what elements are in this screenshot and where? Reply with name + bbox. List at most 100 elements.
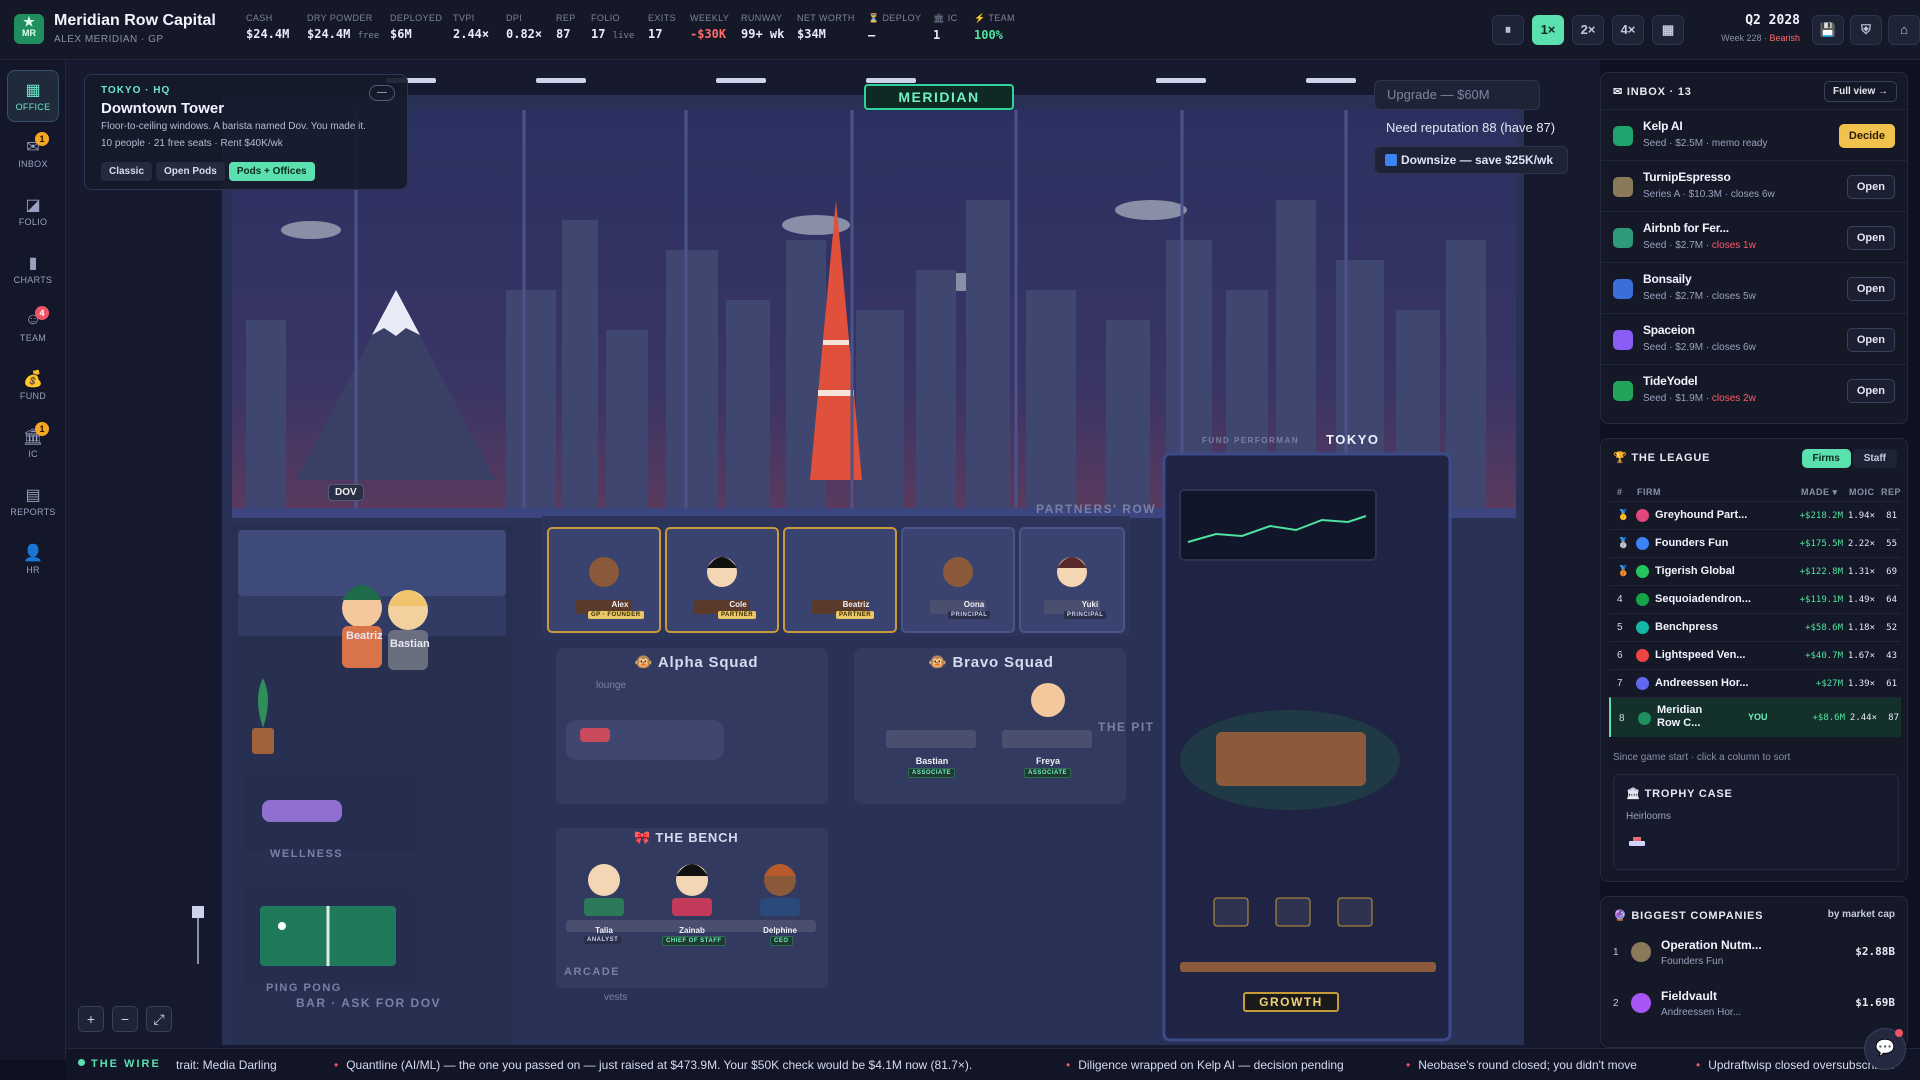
reports-icon: ▤ — [25, 487, 41, 504]
left-nav: ▦ OFFICE ✉ INBOX 1 ◪ FOLIO ▮ CHARTS ☺ TEAM 4 💰 F… — [0, 60, 66, 1060]
week-market: Week 228 · Bearish — [1721, 33, 1800, 43]
ticker-item[interactable]: • Diligence wrapped on Kelp AI — decision… — [1066, 1058, 1344, 1072]
tab-firms[interactable]: Firms — [1801, 449, 1851, 468]
desk-name-yuki[interactable]: Yuki — [1066, 600, 1114, 609]
zoom-in-button[interactable]: + — [78, 1006, 104, 1032]
desk-name-alex[interactable]: Alex — [596, 600, 644, 609]
table-row-you[interactable]: 8 Meridian Row C... YOU +$8.6M 2.44× 87 — [1609, 697, 1901, 737]
company-logo-icon — [1631, 942, 1651, 962]
bar-person-beatriz[interactable]: Beatriz — [346, 630, 383, 642]
nav-hr[interactable]: 👤 HR — [7, 534, 59, 586]
desk-name-zainab[interactable]: Zainab — [670, 926, 714, 935]
firm-logo-icon — [1636, 677, 1649, 690]
speed-2x-button[interactable]: 2× — [1572, 15, 1604, 45]
desk-name-talia[interactable]: Talia — [582, 926, 626, 935]
desk-name-freya[interactable]: Freya — [1018, 756, 1078, 766]
home-button[interactable]: ⌂ — [1888, 15, 1920, 45]
fit-view-button[interactable]: ⤢ — [146, 1006, 172, 1032]
market-cap-sort[interactable]: by market cap — [1828, 909, 1895, 920]
desk-name-cole[interactable]: Cole — [714, 600, 762, 609]
inbox-item[interactable]: Airbnb for Fer... Seed · $2.7M · closes … — [1601, 211, 1907, 262]
tab-staff[interactable]: Staff — [1852, 449, 1897, 468]
speed-4x-button[interactable]: 4× — [1612, 15, 1644, 45]
nav-charts[interactable]: ▮ CHARTS — [7, 244, 59, 296]
table-row[interactable]: 🥈 Founders Fun +$175.5M 2.22× 55 — [1609, 529, 1901, 556]
inbox-item[interactable]: Kelp AI Seed · $2.5M · memo ready Decide — [1601, 109, 1907, 160]
league-footnote: Since game start · click a column to sor… — [1613, 752, 1791, 763]
open-button[interactable]: Open — [1846, 175, 1895, 199]
firm-logo-icon — [1636, 593, 1649, 606]
save-button[interactable]: 💾 — [1812, 15, 1844, 45]
calculator-button[interactable]: ▦ — [1652, 15, 1684, 45]
inbox-item[interactable]: TideYodel Seed · $1.9M · closes 2w Open — [1601, 364, 1907, 415]
upgrade-office-button[interactable]: Upgrade — $60M — [1374, 80, 1540, 110]
nav-fund[interactable]: 💰 FUND — [7, 360, 59, 412]
pause-button[interactable]: ⏸ — [1492, 15, 1524, 45]
inbox-item[interactable]: TurnipEspresso Series A · $10.3M · close… — [1601, 160, 1907, 211]
league-panel: 🏆 THE LEAGUE Firms Staff # FIRM MADE ▾ MO… — [1600, 438, 1908, 882]
table-row[interactable]: 🥉 Tigerish Global +$122.8M 1.31× 69 — [1609, 557, 1901, 584]
office-scene[interactable]: TOKYO · HQ Downtown Tower Floor-to-ceili… — [66, 60, 1600, 1048]
zoom-out-button[interactable]: − — [112, 1006, 138, 1032]
settings-button[interactable]: ⛨ — [1850, 15, 1882, 45]
table-row[interactable]: 7 Andreessen Hor... +$27M 1.39× 61 — [1609, 669, 1901, 696]
ticker-item[interactable]: trait: Media Darling — [176, 1058, 277, 1072]
desk-name-oona[interactable]: Oona — [950, 600, 998, 609]
open-button[interactable]: Open — [1846, 226, 1895, 250]
table-row[interactable]: 🥇 Greyhound Part... +$218.2M 1.94× 81 — [1609, 501, 1901, 528]
open-button[interactable]: Open — [1846, 379, 1895, 403]
nav-office[interactable]: ▦ OFFICE — [7, 70, 59, 122]
dov-barista-tag[interactable]: DOV — [328, 484, 364, 501]
desk-name-beatriz[interactable]: Beatriz — [832, 600, 880, 609]
chat-button[interactable]: 💬 — [1864, 1028, 1906, 1070]
layout-pods-offices-button[interactable]: Pods + Offices — [228, 162, 315, 181]
col-moic[interactable]: MOIC — [1849, 487, 1875, 497]
stat-deployed: DEPLOYED $6M — [390, 13, 443, 41]
list-item[interactable]: 2 Fieldvault Andreessen Hor... $1.69B — [1601, 978, 1907, 1029]
ticker-item[interactable]: • Quantline (AI/ML) — the one you passed … — [334, 1058, 972, 1072]
league-tabs: Firms Staff — [1800, 448, 1897, 468]
nav-folio[interactable]: ◪ FOLIO — [7, 186, 59, 238]
full-view-button[interactable]: Full view → — [1823, 81, 1897, 102]
col-made[interactable]: MADE ▾ — [1801, 487, 1838, 498]
ticker-item[interactable]: • Neobase's round closed; you didn't move — [1406, 1058, 1637, 1072]
inbox-item[interactable]: Spaceion Seed · $2.9M · closes 6w Open — [1601, 313, 1907, 364]
bar-label[interactable]: BAR · ASK FOR DOV — [296, 996, 441, 1010]
inbox-item[interactable]: Bonsaily Seed · $2.7M · closes 5w Open — [1601, 262, 1907, 313]
bar-person-bastian[interactable]: Bastian — [390, 638, 430, 650]
ship-trophy-icon[interactable] — [1628, 835, 1646, 847]
layout-open-pods-button[interactable]: Open Pods — [156, 162, 225, 181]
open-button[interactable]: Open — [1846, 277, 1895, 301]
list-item[interactable]: 1 Operation Nutm... Founders Fun $2.88B — [1601, 927, 1907, 978]
role-tag-beatriz: PARTNER — [836, 611, 875, 619]
table-row[interactable]: 6 Lightspeed Ven... +$40.7M 1.67× 43 — [1609, 641, 1901, 668]
office-description: Floor-to-ceiling windows. A barista name… — [101, 121, 366, 132]
stat-team: ⚡ TEAM 100% — [974, 13, 1015, 42]
desk-name-bastian[interactable]: Bastian — [902, 756, 962, 766]
open-button[interactable]: Open — [1846, 328, 1895, 352]
nav-inbox[interactable]: ✉ INBOX 1 — [7, 128, 59, 180]
money-bag-icon: 💰 — [23, 371, 43, 388]
nav-reports[interactable]: ▤ REPORTS — [7, 476, 59, 528]
arcade-label: ARCADE — [564, 966, 621, 978]
nav-team[interactable]: ☺ TEAM 4 — [7, 302, 59, 354]
speed-1x-button[interactable]: 1× — [1532, 15, 1564, 45]
role-tag-oona: PRINCIPAL — [948, 611, 991, 619]
inbox-badge: 1 — [35, 132, 49, 146]
table-row[interactable]: 4 Sequoiadendron... +$119.1M 1.49× 64 — [1609, 585, 1901, 612]
nav-ic[interactable]: 🏛 IC 1 — [7, 418, 59, 470]
desk-name-delphine[interactable]: Delphine — [758, 926, 802, 935]
ticker-item[interactable]: • Updraftwisp closed oversubscribed — [1696, 1058, 1894, 1072]
layout-classic-button[interactable]: Classic — [101, 162, 153, 181]
firm-subtitle: ALEX MERIDIAN · GP — [54, 34, 164, 45]
col-rep[interactable]: REP — [1881, 487, 1901, 497]
minimize-button[interactable]: — — [369, 85, 395, 101]
the-bench-label: 🎀 THE BENCH — [634, 830, 739, 845]
downsize-button[interactable]: Downsize — save $25K/wk — [1374, 146, 1568, 174]
office-name: Downtown Tower — [101, 100, 225, 117]
decide-button[interactable]: Decide — [1838, 124, 1895, 148]
growth-room-sign[interactable]: GROWTH — [1243, 992, 1339, 1012]
col-firm[interactable]: FIRM — [1637, 487, 1661, 497]
table-row[interactable]: 5 Benchpress +$58.6M 1.18× 52 — [1609, 613, 1901, 640]
col-rank[interactable]: # — [1617, 487, 1623, 497]
